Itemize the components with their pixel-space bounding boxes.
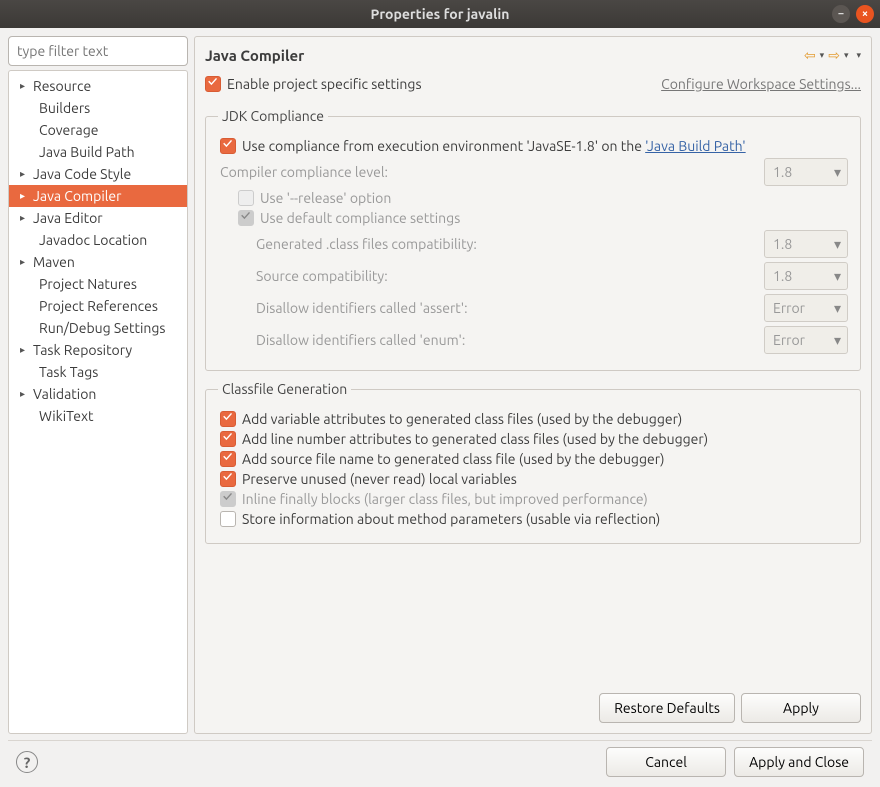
generated-compat-row: Generated .class files compatibility: 1.… [220, 230, 848, 258]
var-attr-checkbox[interactable] [220, 411, 236, 427]
store-params-row[interactable]: Store information about method parameter… [220, 511, 848, 527]
tree-item-java-compiler[interactable]: ▸Java Compiler [9, 185, 187, 207]
java-build-path-link[interactable]: 'Java Build Path' [645, 138, 745, 154]
tree-item-task-repository[interactable]: ▸Task Repository [9, 339, 187, 361]
use-compliance-checkbox[interactable] [220, 138, 236, 154]
close-button[interactable]: × [856, 5, 874, 23]
window-title: Properties for javalin [371, 6, 510, 22]
compiler-level-select: 1.8 [764, 158, 848, 186]
enable-project-specific-checkbox[interactable] [205, 76, 221, 92]
jdk-legend: JDK Compliance [218, 108, 328, 124]
expand-icon[interactable]: ▸ [20, 168, 30, 180]
apply-and-close-button[interactable]: Apply and Close [734, 747, 864, 777]
compiler-level-row: Compiler compliance level: 1.8 [220, 158, 848, 186]
help-icon[interactable]: ? [16, 751, 38, 773]
tree-item-run-debug-settings[interactable]: ▸Run/Debug Settings [9, 317, 187, 339]
minimize-button[interactable]: − [832, 5, 850, 23]
view-menu-icon[interactable]: ▾ [856, 50, 861, 61]
tree-item-project-natures[interactable]: ▸Project Natures [9, 273, 187, 295]
tree-item-label: Java Editor [33, 210, 103, 226]
expand-icon[interactable]: ▸ [20, 344, 30, 356]
nav-icons: ⇦ ▾ ⇨ ▾ ▾ [804, 47, 861, 64]
tree-item-resource[interactable]: ▸Resource [9, 75, 187, 97]
assert-select: Error [764, 294, 848, 322]
enum-row: Disallow identifiers called 'enum': Erro… [220, 326, 848, 354]
tree-item-validation[interactable]: ▸Validation [9, 383, 187, 405]
tree-item-task-tags[interactable]: ▸Task Tags [9, 361, 187, 383]
line-attr-checkbox[interactable] [220, 431, 236, 447]
back-menu-icon[interactable]: ▾ [820, 50, 825, 61]
var-attr-row[interactable]: Add variable attributes to generated cla… [220, 411, 848, 427]
inline-finally-checkbox [220, 491, 236, 507]
tree-item-maven[interactable]: ▸Maven [9, 251, 187, 273]
cancel-button[interactable]: Cancel [606, 747, 726, 777]
tree-item-project-references[interactable]: ▸Project References [9, 295, 187, 317]
tree-item-builders[interactable]: ▸Builders [9, 97, 187, 119]
tree-item-javadoc-location[interactable]: ▸Javadoc Location [9, 229, 187, 251]
source-file-row[interactable]: Add source file name to generated class … [220, 451, 848, 467]
forward-icon[interactable]: ⇨ [828, 47, 840, 64]
tree-item-label: Builders [39, 100, 90, 116]
tree-item-label: Project References [39, 298, 158, 314]
back-icon[interactable]: ⇦ [804, 47, 816, 64]
tree-item-label: Java Code Style [33, 166, 131, 182]
use-release-checkbox [238, 190, 254, 206]
tree-item-label: Coverage [39, 122, 99, 138]
source-compat-row: Source compatibility: 1.8 [220, 262, 848, 290]
source-file-checkbox[interactable] [220, 451, 236, 467]
use-default-row: Use default compliance settings [220, 210, 848, 226]
source-compat-select: 1.8 [764, 262, 848, 290]
tree-item-label: Javadoc Location [39, 232, 147, 248]
tree-item-label: Maven [33, 254, 75, 270]
classfile-group: Classfile Generation Add variable attrib… [205, 381, 861, 544]
use-default-checkbox [238, 210, 254, 226]
tree-item-label: Run/Debug Settings [39, 320, 166, 336]
preserve-unused-row[interactable]: Preserve unused (never read) local varia… [220, 471, 848, 487]
tree-item-coverage[interactable]: ▸Coverage [9, 119, 187, 141]
inline-finally-row: Inline finally blocks (larger class file… [220, 491, 848, 507]
jdk-compliance-group: JDK Compliance Use compliance from execu… [205, 108, 861, 371]
expand-icon[interactable]: ▸ [20, 256, 30, 268]
tree-item-label: Project Natures [39, 276, 137, 292]
titlebar: Properties for javalin − × [0, 0, 880, 28]
tree-item-label: Java Compiler [33, 188, 121, 204]
line-attr-row[interactable]: Add line number attributes to generated … [220, 431, 848, 447]
use-release-row: Use '--release' option [220, 190, 848, 206]
generated-compat-select: 1.8 [764, 230, 848, 258]
store-params-checkbox[interactable] [220, 511, 236, 527]
expand-icon[interactable]: ▸ [20, 80, 30, 92]
preserve-unused-checkbox[interactable] [220, 471, 236, 487]
tree-item-label: Task Tags [39, 364, 98, 380]
category-tree: ▸Resource▸Builders▸Coverage▸Java Build P… [8, 70, 188, 734]
tree-item-label: Validation [33, 386, 96, 402]
expand-icon[interactable]: ▸ [20, 212, 30, 224]
page-title: Java Compiler [205, 47, 304, 64]
forward-menu-icon[interactable]: ▾ [844, 50, 849, 61]
configure-workspace-link[interactable]: Configure Workspace Settings... [661, 76, 861, 92]
tree-item-java-build-path[interactable]: ▸Java Build Path [9, 141, 187, 163]
expand-icon[interactable]: ▸ [20, 190, 30, 202]
tree-item-java-code-style[interactable]: ▸Java Code Style [9, 163, 187, 185]
restore-defaults-button[interactable]: Restore Defaults [599, 693, 735, 723]
assert-row: Disallow identifiers called 'assert': Er… [220, 294, 848, 322]
expand-icon[interactable]: ▸ [20, 388, 30, 400]
enable-project-specific[interactable]: Enable project specific settings [205, 76, 422, 92]
tree-item-label: WikiText [39, 408, 94, 424]
tree-item-label: Task Repository [33, 342, 132, 358]
tree-item-wikitext[interactable]: ▸WikiText [9, 405, 187, 427]
classfile-legend: Classfile Generation [218, 381, 351, 397]
use-compliance-row[interactable]: Use compliance from execution environmen… [220, 138, 848, 154]
apply-button[interactable]: Apply [741, 693, 861, 723]
tree-item-java-editor[interactable]: ▸Java Editor [9, 207, 187, 229]
filter-input[interactable] [8, 36, 188, 66]
tree-item-label: Resource [33, 78, 91, 94]
tree-item-label: Java Build Path [39, 144, 135, 160]
enum-select: Error [764, 326, 848, 354]
